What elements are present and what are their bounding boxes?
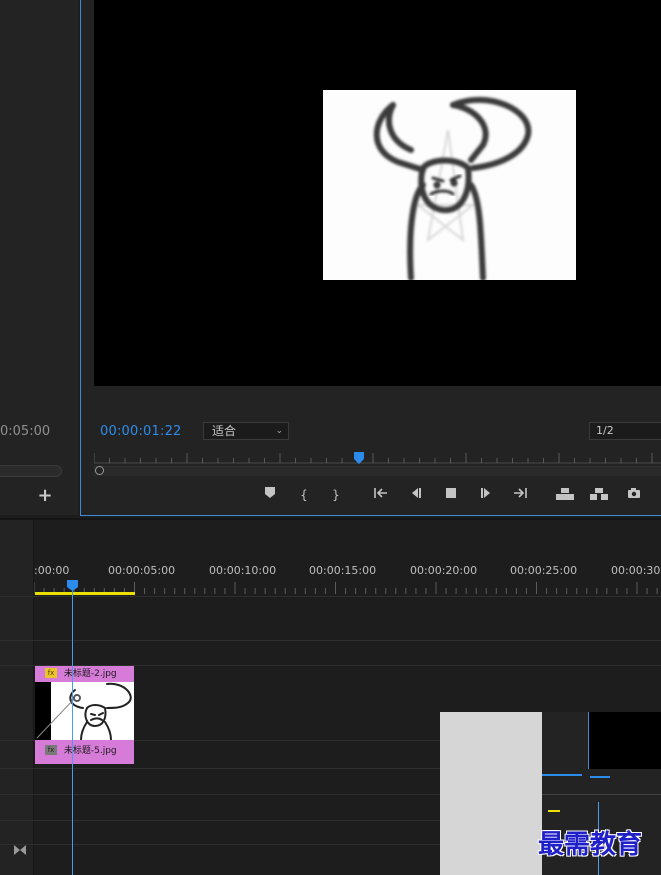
mark-out-button[interactable]: }	[327, 487, 345, 503]
camera-icon	[628, 488, 640, 498]
monitor-time-ruler[interactable]	[94, 450, 661, 466]
timeline-playhead-line[interactable]	[72, 582, 73, 875]
thumb-timecode-mark	[590, 776, 610, 778]
source-timecode: 0:05:00	[0, 424, 51, 439]
snap-icon[interactable]	[13, 843, 27, 857]
step-back-icon	[412, 488, 421, 498]
stop-icon	[446, 488, 456, 498]
preview-frame-image	[323, 90, 576, 280]
track-divider	[0, 596, 661, 597]
mark-in-icon: {	[300, 488, 308, 502]
clip-v2[interactable]: fx 未标题-2.jpg	[35, 666, 134, 682]
timeline-time-ruler[interactable]: :00:00 00:00:05:00 00:00:10:00 00:00:15:…	[34, 564, 661, 584]
timeline-playhead[interactable]	[67, 580, 78, 591]
thumb-work-area	[548, 810, 560, 812]
extract-icon	[590, 488, 608, 500]
stop-button[interactable]	[442, 487, 460, 503]
lift-button[interactable]	[554, 487, 576, 503]
export-frame-button[interactable]	[625, 487, 643, 503]
zoom-fit-value: 适合	[212, 424, 237, 438]
zoom-fit-select[interactable]: 适合 ⌄	[203, 422, 289, 440]
fx-badge: fx	[45, 667, 57, 678]
ruler-label: :00:00	[34, 564, 70, 577]
step-back-button[interactable]	[407, 487, 425, 503]
add-marker-button[interactable]	[261, 487, 279, 503]
monitor-scrub-bar[interactable]	[94, 466, 661, 476]
video-preview	[94, 0, 661, 386]
scrub-bar-handle[interactable]	[95, 466, 104, 475]
playback-resolution-value: 1/2	[596, 424, 614, 437]
mark-in-button[interactable]: {	[295, 487, 313, 503]
ruler-label: 00:00:15:00	[309, 564, 377, 577]
ruler-label: 00:00:20:00	[410, 564, 478, 577]
ruler-label: 00:00:05:00	[108, 564, 176, 577]
lift-icon	[556, 488, 574, 500]
program-monitor: 00:00:01:22 适合 ⌄ 1/2 { }	[80, 0, 661, 516]
watermark-text: 最需教育	[538, 830, 643, 860]
thumb-timecode-mark	[542, 774, 582, 776]
track-headers	[0, 520, 34, 875]
fx-badge: fx	[45, 744, 57, 755]
ruler-label: 00:00:25:00	[510, 564, 578, 577]
extract-button[interactable]	[588, 487, 610, 503]
step-forward-button[interactable]	[477, 487, 495, 503]
thumb-divider	[542, 794, 661, 795]
step-forward-icon	[481, 488, 490, 498]
go-to-out-button[interactable]	[511, 487, 529, 503]
go-to-in-icon	[374, 488, 387, 498]
chevron-down-icon: ⌄	[275, 426, 283, 436]
clip-v2-thumbnail[interactable]	[35, 682, 134, 740]
marker-icon	[265, 487, 275, 498]
monitor-playhead[interactable]	[354, 452, 364, 464]
thumb-video-area	[588, 712, 661, 769]
clip-v1[interactable]: fx 未标题-5.jpg	[35, 740, 134, 764]
playback-resolution-select[interactable]: 1/2	[589, 422, 661, 440]
source-scrollbar[interactable]	[0, 465, 62, 477]
work-area-bar[interactable]	[35, 592, 135, 595]
ruler-label: 00:00:10:00	[209, 564, 277, 577]
playhead-timecode[interactable]: 00:00:01:22	[100, 424, 182, 439]
go-to-out-icon	[514, 488, 527, 498]
ruler-label: 00:00:30:0	[611, 564, 661, 577]
source-panel: 0:05:00 +	[0, 0, 78, 515]
plus-icon[interactable]: +	[36, 486, 54, 506]
go-to-in-button[interactable]	[372, 487, 390, 503]
mark-out-icon: }	[332, 488, 340, 502]
clip-thumbnail-image	[36, 682, 132, 740]
track-divider	[0, 640, 661, 641]
overlay-panel-gray	[440, 712, 542, 875]
